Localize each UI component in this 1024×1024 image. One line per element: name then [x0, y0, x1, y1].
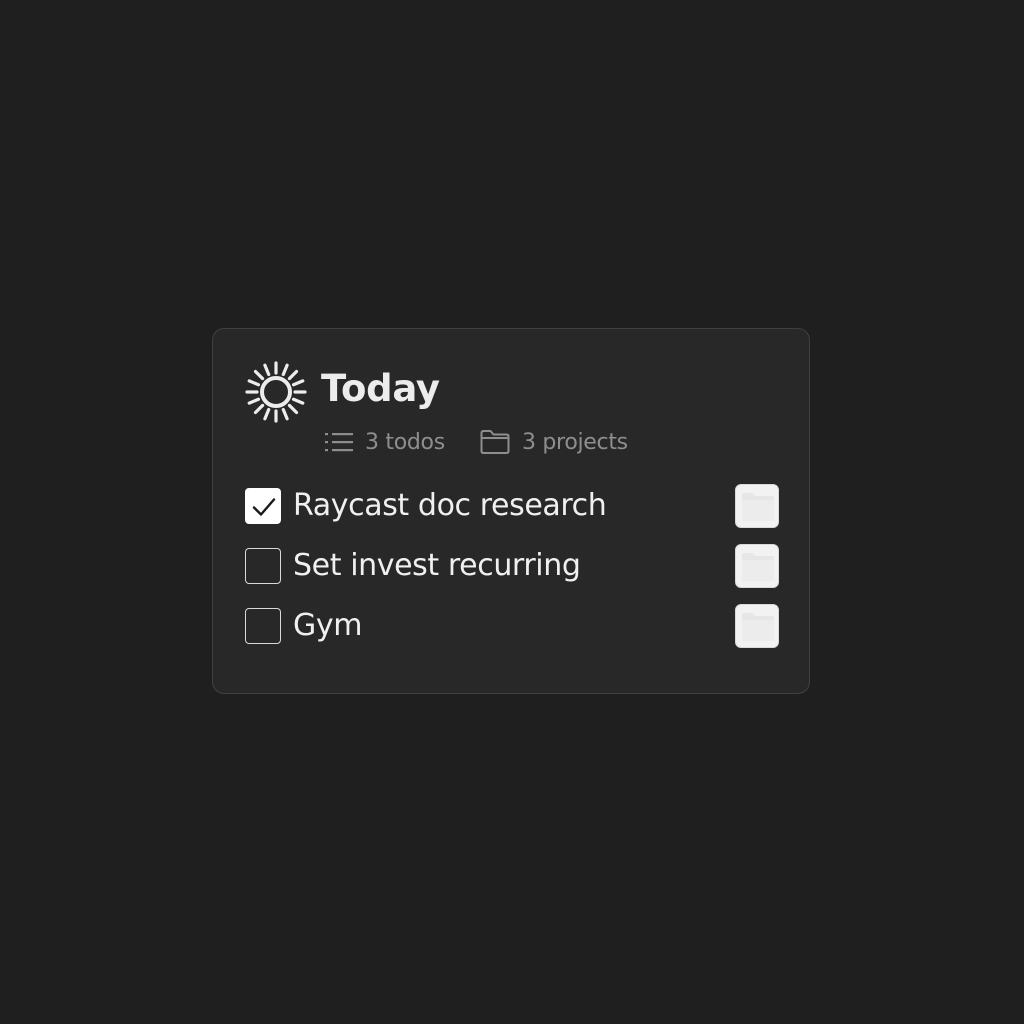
sun-icon: [245, 361, 307, 423]
project-folder-button[interactable]: [735, 604, 779, 648]
todos-count: 3 todos: [365, 429, 445, 455]
projects-count-meta: 3 projects: [480, 427, 628, 457]
todos-count-meta: 3 todos: [325, 427, 445, 457]
todo-checkbox[interactable]: [245, 488, 281, 524]
project-folder-button[interactable]: [735, 484, 779, 528]
todo-checkbox[interactable]: [245, 548, 281, 584]
folder-icon: [742, 553, 774, 581]
todo-item[interactable]: Set invest recurring: [245, 544, 779, 588]
today-card: Today 3 todos 3 projects Raycast doc res…: [212, 328, 810, 694]
todo-item[interactable]: Gym: [245, 604, 779, 648]
page-title: Today: [321, 367, 440, 410]
todo-label: Gym: [293, 608, 363, 643]
folder-icon: [742, 613, 774, 641]
todo-item[interactable]: Raycast doc research: [245, 484, 779, 528]
folder-icon: [480, 430, 510, 454]
checkmark-icon: [252, 498, 276, 516]
project-folder-button[interactable]: [735, 544, 779, 588]
folder-icon: [742, 493, 774, 521]
projects-count: 3 projects: [522, 429, 628, 455]
todo-checkbox[interactable]: [245, 608, 281, 644]
todo-label: Set invest recurring: [293, 548, 581, 583]
todo-label: Raycast doc research: [293, 488, 607, 523]
list-icon: [325, 433, 353, 452]
